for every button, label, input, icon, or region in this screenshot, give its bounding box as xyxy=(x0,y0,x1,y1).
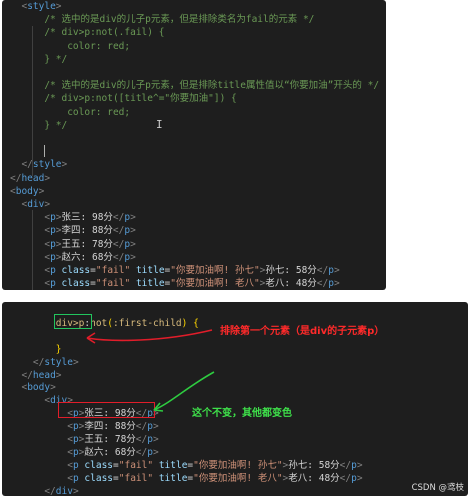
code-token: "fail" xyxy=(95,265,131,276)
code-token: > xyxy=(130,238,136,250)
code-line: <p>赵六: 68分</p> xyxy=(2,251,386,264)
code-token: > xyxy=(61,159,68,171)
code-token: 张三: 98分 xyxy=(61,212,113,224)
code-line: </head> xyxy=(2,172,386,185)
ibeam-cursor-icon: I xyxy=(156,118,163,131)
code-token: } */ xyxy=(44,53,68,65)
red-arrow xyxy=(86,329,213,342)
code-line: <p>王五: 78分</p> xyxy=(2,238,386,251)
code-token: > xyxy=(44,199,51,210)
green-annotation-text: 这个不变，其他都变色 xyxy=(192,408,292,419)
code-token: } */ xyxy=(44,119,68,131)
red-annotation-text: 排除第一个元素（是div的子元素p） xyxy=(220,326,385,337)
text-caret xyxy=(44,145,45,157)
code-line: <p>李四: 88分</p> xyxy=(2,224,386,237)
code-token: > xyxy=(44,172,51,184)
code-line: <div> xyxy=(2,198,386,211)
code-token: /* div>p:not(.fail) { xyxy=(44,27,165,39)
code-token: > xyxy=(130,212,136,224)
code-token: "你要加油啊! 老八" xyxy=(170,278,260,290)
code-token: > xyxy=(130,251,136,263)
code-token: 老八: 48分 xyxy=(265,278,317,290)
code-line: } */ xyxy=(2,119,386,132)
code-line: <p class="fail" title="你要加油啊! 孙七">孙七: 58… xyxy=(2,264,386,277)
code-token: </ xyxy=(10,172,22,184)
code-token: style xyxy=(32,159,62,171)
code-line: <p>张三: 98分</p> xyxy=(2,211,386,224)
code-token: class xyxy=(61,265,91,276)
code-line: color: red; xyxy=(2,106,386,119)
code-token: head xyxy=(21,172,45,184)
code-editor-panel-top[interactable]: <style> /* 选中的是div的儿子p元素，但是排除类名为fail的元素 … xyxy=(2,0,386,290)
code-token: > xyxy=(55,1,62,12)
code-token: 李四: 88分 xyxy=(61,225,113,237)
code-token: div xyxy=(27,199,45,210)
code-token: > xyxy=(333,265,340,276)
code-token: 赵六: 68分 xyxy=(61,251,113,263)
code-token: body xyxy=(15,185,39,197)
code-line: <p class="fail" title="你要加油啊! 老八">老八: 48… xyxy=(2,277,386,290)
code-token: title xyxy=(135,278,165,290)
watermark: CSDN @鸢枝 xyxy=(411,483,464,493)
code-line: /* div>p:not(.fail) { xyxy=(2,26,386,39)
code-token: /* 选中的是div的儿子p元素，但是排除类名为fail的元素 */ xyxy=(44,14,315,26)
code-editor-panel-bottom[interactable]: div>p:not(:first-child) { } </style> </h… xyxy=(2,302,468,496)
code-line: } */ xyxy=(2,53,386,66)
code-line: /* 选中的是div的儿子p元素，但是排除类名为fail的元素 */ xyxy=(2,13,386,26)
code-token: color: red; xyxy=(67,40,131,52)
code-token: /* div>p:not([title^="你要加油"]) { xyxy=(44,93,237,105)
code-token: /* 选中的是div的儿子p元素，但是排除title属性值以“你要加油”开头的 … xyxy=(44,80,380,92)
code-token: class xyxy=(61,278,91,290)
code-token: </ xyxy=(21,159,33,171)
code-token: </ xyxy=(112,251,125,263)
code-token: </ xyxy=(316,265,329,276)
code-line: /* div>p:not([title^="你要加油"]) { xyxy=(2,92,386,105)
code-token: "fail" xyxy=(95,278,131,290)
code-token: > xyxy=(333,278,340,290)
code-token: title xyxy=(135,265,165,276)
code-token: style xyxy=(27,1,56,12)
code-token: </ xyxy=(316,278,329,290)
code-token: </ xyxy=(112,225,125,237)
code-token: </ xyxy=(112,238,125,250)
code-token: "你要加油啊! 孙七" xyxy=(170,265,260,276)
code-token: 孙七: 58分 xyxy=(265,265,317,276)
code-token: color: red; xyxy=(67,106,131,118)
code-token: 王五: 78分 xyxy=(61,238,113,250)
code-token: </ xyxy=(112,212,125,224)
code-line: color: red; xyxy=(2,40,386,53)
code-line: </style> xyxy=(2,158,386,171)
code-token: > xyxy=(38,185,45,197)
code-token: > xyxy=(130,225,136,237)
code-line: <style> xyxy=(2,0,386,13)
code-line: /* 选中的是div的儿子p元素，但是排除title属性值以“你要加油”开头的 … xyxy=(2,79,386,92)
code-line: <body> xyxy=(2,185,386,198)
